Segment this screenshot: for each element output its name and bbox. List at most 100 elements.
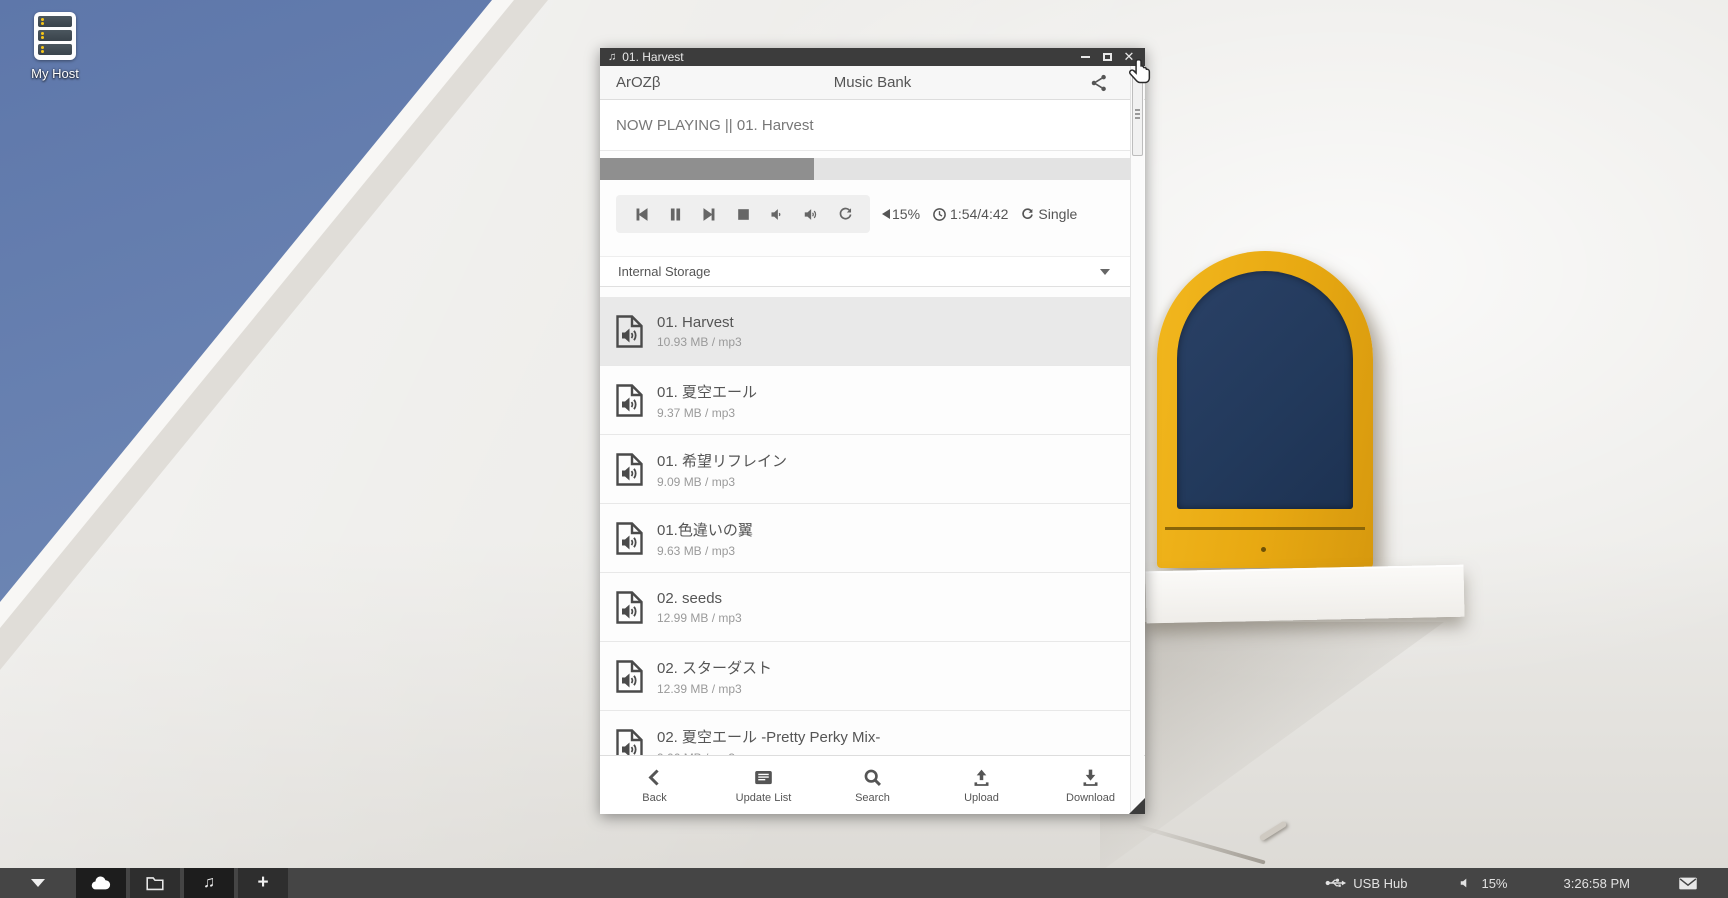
upload-button[interactable]: Upload [927,756,1036,814]
clock-label: 3:26:58 PM [1564,876,1631,891]
audio-file-icon [616,729,643,756]
volume-status: 15% [882,206,920,222]
audio-file-icon [616,522,643,555]
track-meta: 10.93 MB / mp3 [657,335,742,349]
folder-icon [144,874,166,892]
now-playing-banner: NOW PLAYING || 01. Harvest [600,100,1130,151]
plus-icon: + [257,872,268,894]
window-title: 01. Harvest [622,50,1071,64]
maximize-button[interactable] [1099,50,1115,64]
chevron-down-icon [1100,269,1110,275]
window-sill-line [1165,527,1365,530]
track-title: 02. seeds [657,590,742,607]
window-scrollbar[interactable] [1130,66,1144,813]
track-row[interactable]: 02. スターダスト 12.39 MB / mp3 [600,642,1130,711]
track-title: 02. スターダスト [657,657,772,678]
music-bank-window: ♫ 01. Harvest ✕ ArOZβ Music Bank NOW PLA… [600,48,1145,814]
track-row[interactable]: 01.色違いの翼 9.63 MB / mp3 [600,504,1130,573]
clock-tray-item[interactable]: 3:26:58 PM [1564,876,1631,891]
track-row[interactable]: 02. seeds 12.99 MB / mp3 [600,573,1130,642]
track-meta: 9.63 MB / mp3 [657,544,753,558]
volume-tray-item[interactable]: 15% [1459,876,1507,891]
progress-fill [600,158,814,180]
audio-file-icon [616,315,643,348]
volume-percent-label: 15% [1481,876,1507,891]
yellow-arched-window [1157,251,1373,568]
desktop-icon-my-host[interactable]: My Host [14,12,96,81]
track-row[interactable]: 01. 希望リフレイン 9.09 MB / mp3 [600,435,1130,504]
stop-button[interactable] [726,200,760,228]
upload-icon [971,767,992,788]
window-glass [1177,271,1353,509]
scrollbar-thumb[interactable] [1132,70,1143,156]
cloud-icon [90,874,112,892]
track-meta: 12.39 MB / mp3 [657,682,772,696]
storage-select-value: Internal Storage [618,264,711,279]
track-title: 01. 希望リフレイン [657,450,787,471]
back-button[interactable]: Back [600,756,709,814]
window-titlebar[interactable]: ♫ 01. Harvest ✕ [600,48,1145,66]
taskbar-item-cloud[interactable] [76,868,126,898]
track-meta: 9.09 MB / mp3 [657,475,787,489]
storage-select[interactable]: Internal Storage [600,256,1130,287]
share-icon[interactable] [1089,73,1109,93]
chevron-down-icon [31,879,45,887]
audio-file-icon [616,660,643,693]
skip-previous-button[interactable] [624,200,658,228]
download-icon [1080,767,1101,788]
desktop-icon-label: My Host [14,66,96,81]
taskbar-tray: USB Hub 15% 3:26:58 PM [1325,875,1728,891]
window-sill-dot [1261,547,1266,552]
track-meta: 12.99 MB / mp3 [657,611,742,625]
app-toolbar: Back Update List Search Upload Download [600,755,1145,814]
pause-button[interactable] [658,200,692,228]
taskbar: ♫ + USB Hub 15% 3:26:58 PM [0,868,1728,898]
player-button-group [616,195,870,233]
volume-down-icon[interactable] [760,200,794,228]
play-mode-toggle[interactable]: Single [1020,206,1077,222]
taskbar-item-add[interactable]: + [238,868,288,898]
player-controls: 15% 1:54/4:42 Single [616,194,1125,234]
skip-next-button[interactable] [692,200,726,228]
track-row[interactable]: 02. 夏空エール -Pretty Perky Mix-9.06 MB / mp… [600,711,1130,755]
track-row[interactable]: 01. Harvest 10.93 MB / mp3 [600,297,1130,366]
mail-icon [1678,876,1698,891]
mail-tray-item[interactable] [1678,876,1698,891]
app-header: ArOZβ Music Bank [600,66,1145,100]
track-title: 01. 夏空エール [657,381,757,402]
taskbar-expand-button[interactable] [0,868,76,898]
stone-ledge [1145,565,1464,624]
search-button[interactable]: Search [818,756,927,814]
volume-up-icon[interactable] [794,200,828,228]
list-icon [753,767,774,788]
speaker-icon [1459,876,1473,890]
app-title: Music Bank [600,74,1145,91]
track-list: 01. Harvest 10.93 MB / mp3 01. 夏空エール 9.37 … [600,297,1130,755]
volume-icon [882,209,890,219]
track-title: 01. Harvest [657,314,742,331]
taskbar-item-music[interactable]: ♫ [184,868,234,898]
audio-file-icon [616,384,643,417]
track-row[interactable]: 01. 夏空エール 9.37 MB / mp3 [600,366,1130,435]
repeat-mode-icon [1020,207,1035,222]
audio-file-icon [616,453,643,486]
time-status: 1:54/4:42 [932,206,1008,222]
audio-file-icon [616,591,643,624]
track-title: 01.色違いの翼 [657,519,753,540]
playback-progress-bar[interactable] [600,158,1130,180]
usb-icon [1325,875,1347,891]
update-list-button[interactable]: Update List [709,756,818,814]
usb-hub-tray-item[interactable]: USB Hub [1325,875,1407,891]
music-note-icon: ♫ [203,874,215,892]
minimize-button[interactable] [1077,50,1093,64]
server-drive-icon [34,12,76,60]
window-resize-handle[interactable] [1129,798,1145,814]
usb-hub-label: USB Hub [1353,876,1407,891]
close-button[interactable]: ✕ [1121,50,1137,64]
taskbar-item-files[interactable] [130,868,180,898]
track-meta: 9.37 MB / mp3 [657,406,757,420]
track-title: 02. 夏空エール -Pretty Perky Mix- [657,726,880,747]
repeat-button[interactable] [828,200,862,228]
music-note-icon: ♫ [608,51,616,63]
clock-icon [932,207,947,222]
